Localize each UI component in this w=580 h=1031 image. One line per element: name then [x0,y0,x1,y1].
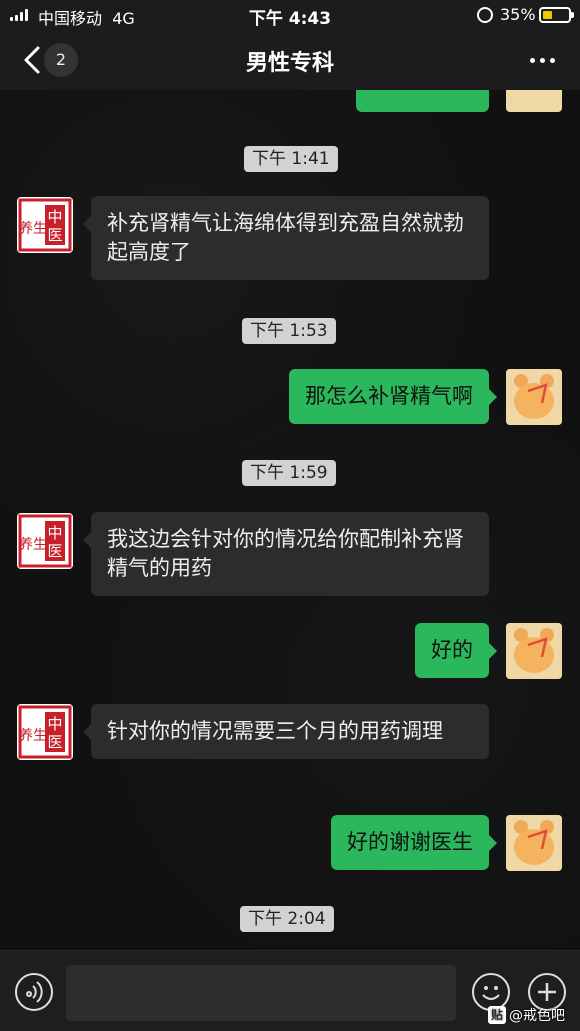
chat-area[interactable]: 下午 1:41 中 医 养生 补充肾精气让海绵体得到充盈自然就勃起高度了 下午 … [0,90,580,950]
battery-icon [539,7,574,23]
battery-percent: 35% [500,5,536,24]
nav-bar: 2 男性专科 [0,30,580,90]
timestamp: 下午 2:04 [240,906,334,932]
watermark-text: @戒色吧 [509,1008,565,1024]
user-avatar[interactable] [506,623,562,679]
doctor-avatar[interactable]: 中 医 养生 [17,704,73,760]
svg-text:医: 医 [47,542,62,560]
svg-text:养生: 养生 [19,537,47,553]
ellipsis-icon[interactable] [525,48,559,72]
svg-text:医: 医 [47,226,62,244]
seal-icon: 中 医 养生 [18,198,72,252]
received-message[interactable]: 补充肾精气让海绵体得到充盈自然就勃起高度了 [83,196,489,280]
doctor-avatar[interactable]: 中 医 养生 [17,513,73,569]
timestamp: 下午 1:41 [244,146,338,172]
message-input[interactable] [66,965,456,1021]
sent-message[interactable]: 好的 [415,623,497,678]
bear-avatar-icon [506,369,562,425]
status-bar: 中国移动 4G 下午 4:43 35% [0,0,580,30]
bear-avatar-icon [506,815,562,871]
user-avatar[interactable] [506,90,562,112]
sent-message[interactable]: 那怎么补肾精气啊 [289,369,497,424]
sent-message[interactable]: 好的谢谢医生 [331,815,497,870]
svg-text:养生: 养生 [19,728,47,744]
timestamp: 下午 1:53 [242,318,336,344]
received-message[interactable]: 我这边会针对你的情况给你配制补充肾精气的用药 [83,512,489,596]
svg-text:中: 中 [47,208,62,226]
bear-avatar-icon [506,623,562,679]
svg-text:医: 医 [47,733,62,751]
chat-title: 男性专科 [245,51,334,76]
svg-text:养生: 养生 [19,221,47,237]
voice-icon[interactable] [15,973,53,1011]
svg-text:中: 中 [47,715,62,733]
user-avatar[interactable] [506,369,562,425]
seal-icon: 中 医 养生 [18,514,72,568]
partial-sent-bubble [356,90,489,112]
received-message[interactable]: 针对你的情况需要三个月的用药调理 [83,704,489,759]
timestamp: 下午 1:59 [242,460,336,486]
user-avatar[interactable] [506,815,562,871]
svg-text:中: 中 [47,524,62,542]
rotation-lock-icon [477,7,493,23]
seal-icon: 中 医 养生 [18,705,72,759]
watermark: 贴 @戒色吧 [488,1005,565,1025]
status-time: 下午 4:43 [248,9,332,29]
doctor-avatar[interactable]: 中 医 养生 [17,197,73,253]
tieba-badge: 贴 [488,1006,506,1024]
